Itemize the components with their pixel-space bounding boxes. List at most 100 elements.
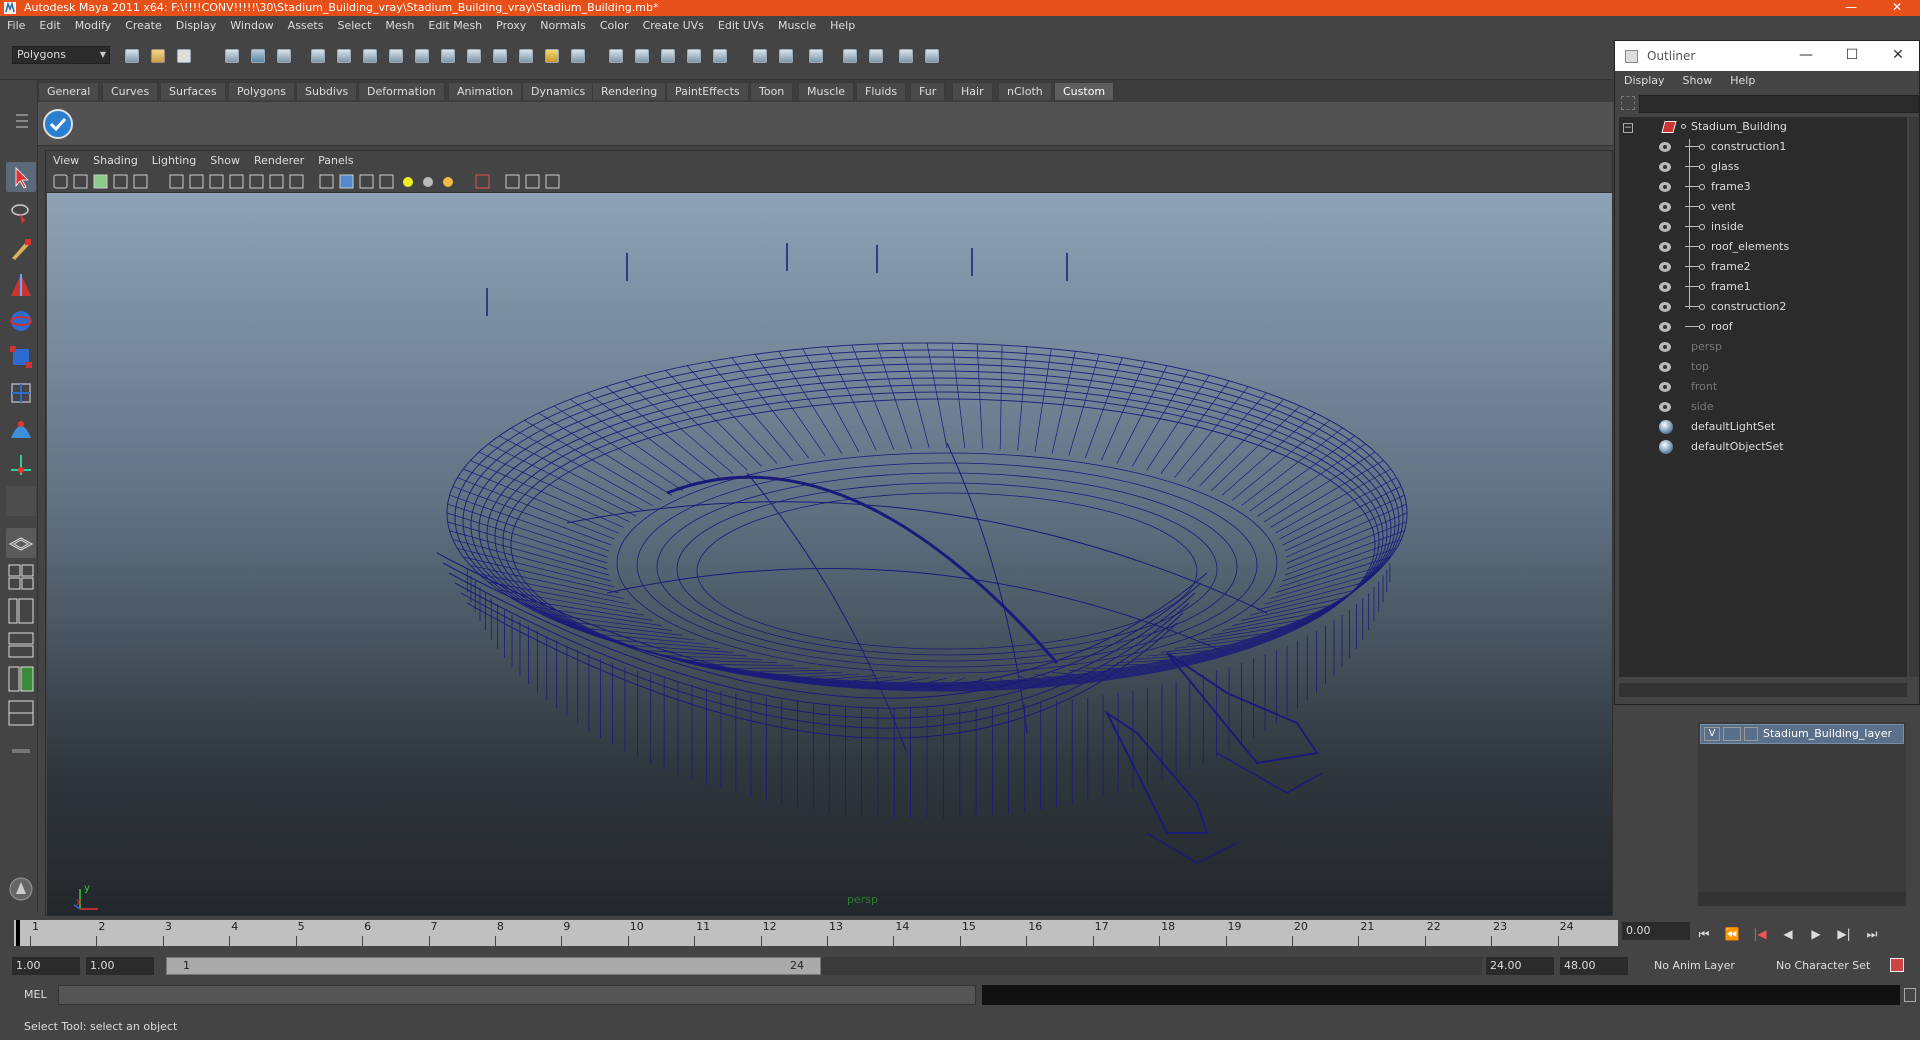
play-backwards-button[interactable]: ◀ (1777, 924, 1799, 944)
menu-mesh[interactable]: Mesh (378, 16, 421, 36)
select-object-icon[interactable] (248, 46, 268, 66)
mel-label[interactable]: MEL (24, 988, 47, 1001)
viewport-menu-shading[interactable]: Shading (86, 151, 145, 171)
make-live-icon[interactable] (710, 46, 730, 66)
hypershade-icon[interactable] (896, 46, 916, 66)
outliner-vertical-scrollbar[interactable] (1909, 117, 1919, 677)
outliner-maximize-button[interactable]: ☐ (1829, 41, 1875, 71)
viewport-menu-show[interactable]: Show (203, 151, 247, 171)
viewport-menu-renderer[interactable]: Renderer (247, 151, 311, 171)
snap-point-icon[interactable] (658, 46, 678, 66)
auto-key-icon[interactable] (1890, 958, 1904, 972)
persp-outliner-layout-icon[interactable] (6, 596, 36, 626)
render-view-icon[interactable] (866, 46, 886, 66)
viewport-menu-panels[interactable]: Panels (311, 151, 360, 171)
outliner-menu-help[interactable]: Help (1721, 71, 1764, 91)
menu-assets[interactable]: Assets (281, 16, 331, 36)
outliner-minimize-button[interactable]: — (1783, 41, 1829, 71)
animation-start-field[interactable]: 1.00 (12, 957, 80, 975)
snap-grid-icon[interactable] (606, 46, 626, 66)
menu-color[interactable]: Color (593, 16, 636, 36)
step-back-frame-button[interactable]: |◀ (1749, 924, 1771, 944)
tab-custom[interactable]: Custom (1054, 82, 1115, 100)
perspective-viewport[interactable]: y x persp (47, 193, 1612, 915)
shelf-grip-icon[interactable] (16, 108, 28, 138)
select-handle-icon[interactable] (334, 46, 354, 66)
hypershade-persp-layout-icon[interactable] (6, 664, 36, 694)
select-surface-icon[interactable] (412, 46, 432, 66)
four-view-layout-icon[interactable] (6, 562, 36, 592)
tab-deformation[interactable]: Deformation (358, 82, 445, 100)
menu-help[interactable]: Help (823, 16, 862, 36)
custom-shelf-tool-icon[interactable] (42, 108, 74, 140)
range-handle[interactable]: 1 24 (166, 957, 821, 975)
tab-fur[interactable]: Fur (910, 82, 946, 100)
layer-color-icon[interactable] (1744, 727, 1758, 741)
outliner-item[interactable]: frame1 (1619, 277, 1907, 297)
move-tool-icon[interactable] (6, 270, 36, 300)
tab-animation[interactable]: Animation (448, 82, 523, 100)
select-render-icon[interactable] (490, 46, 510, 66)
tab-fluids[interactable]: Fluids (856, 82, 907, 100)
scale-tool-icon[interactable] (6, 342, 36, 372)
soft-modification-icon[interactable] (6, 414, 36, 444)
anim-layer-dropdown[interactable]: No Anim Layer (1650, 957, 1760, 975)
select-joint-icon[interactable] (360, 46, 380, 66)
toolbox-bottom-icon[interactable] (6, 874, 36, 904)
menu-set-dropdown[interactable]: Polygons ▼ (12, 46, 110, 64)
menu-display[interactable]: Display (169, 16, 224, 36)
outliner-item[interactable]: inside (1619, 217, 1907, 237)
current-time-field[interactable]: 0.00 (1622, 922, 1690, 940)
menu-create-uvs[interactable]: Create UVs (636, 16, 711, 36)
viewport-menu-view[interactable]: View (46, 151, 86, 171)
outliner-horizontal-scrollbar[interactable] (1619, 683, 1907, 697)
menu-create[interactable]: Create (118, 16, 169, 36)
layer-display-type-toggle[interactable] (1723, 727, 1741, 741)
minimize-button[interactable]: — (1828, 0, 1874, 16)
persp-graph-layout-icon[interactable] (6, 630, 36, 660)
stadium-wireframe-model[interactable] (47, 193, 1612, 915)
tab-painteffects[interactable]: PaintEffects (666, 82, 749, 100)
select-curve-icon[interactable] (386, 46, 406, 66)
menu-edit[interactable]: Edit (32, 16, 67, 36)
select-tool-icon[interactable] (6, 162, 36, 192)
universal-manipulator-icon[interactable] (6, 378, 36, 408)
outliner-item[interactable]: defaultObjectSet (1619, 437, 1907, 457)
single-perspective-layout-icon[interactable] (6, 528, 36, 558)
menu-muscle[interactable]: Muscle (771, 16, 823, 36)
outliner-item[interactable]: roof_elements (1619, 237, 1907, 257)
viewport-menu-lighting[interactable]: Lighting (145, 151, 203, 171)
tab-ncloth[interactable]: nCloth (998, 82, 1052, 100)
step-back-key-button[interactable]: ⏪ (1721, 924, 1743, 944)
outliner-filter-input[interactable] (1639, 95, 1919, 113)
time-slider-track[interactable]: 1 2 3 4 5 6 7 8 9 10 11 12 13 14 15 16 17 18 19 20 21 22 23 24 (14, 920, 1618, 946)
outliner-menu-show[interactable]: Show (1674, 71, 1722, 91)
ipr-render-icon[interactable] (840, 46, 860, 66)
highlight-selection-icon[interactable] (568, 46, 588, 66)
tab-surfaces[interactable]: Surfaces (160, 82, 226, 100)
tab-muscle[interactable]: Muscle (798, 82, 855, 100)
menu-proxy[interactable]: Proxy (489, 16, 533, 36)
playback-end-field[interactable]: 24.00 (1486, 957, 1554, 975)
outliner-item[interactable]: glass (1619, 157, 1907, 177)
select-dynamics-icon[interactable] (464, 46, 484, 66)
layer-scrollbar[interactable] (1698, 892, 1906, 906)
construction-history-icon[interactable] (750, 46, 770, 66)
menu-window[interactable]: Window (223, 16, 280, 36)
last-tool-icon[interactable] (6, 486, 36, 516)
outliner-item[interactable]: defaultLightSet (1619, 417, 1907, 437)
outliner-item[interactable]: frame2 (1619, 257, 1907, 277)
lock-selection-icon[interactable] (542, 46, 562, 66)
menu-edit-uvs[interactable]: Edit UVs (711, 16, 771, 36)
outliner-item[interactable]: front (1619, 377, 1907, 397)
outliner-item[interactable]: vent (1619, 197, 1907, 217)
mel-command-input[interactable] (58, 985, 976, 1005)
outliner-item[interactable]: construction1 (1619, 137, 1907, 157)
tab-curves[interactable]: Curves (102, 82, 159, 100)
tab-polygons[interactable]: Polygons (228, 82, 295, 100)
tab-general[interactable]: General (38, 82, 100, 100)
script-editor-icon[interactable] (1904, 988, 1916, 1002)
tab-toon[interactable]: Toon (750, 82, 794, 100)
menu-modify[interactable]: Modify (68, 16, 118, 36)
go-to-start-button[interactable]: ⏮ (1693, 924, 1715, 944)
